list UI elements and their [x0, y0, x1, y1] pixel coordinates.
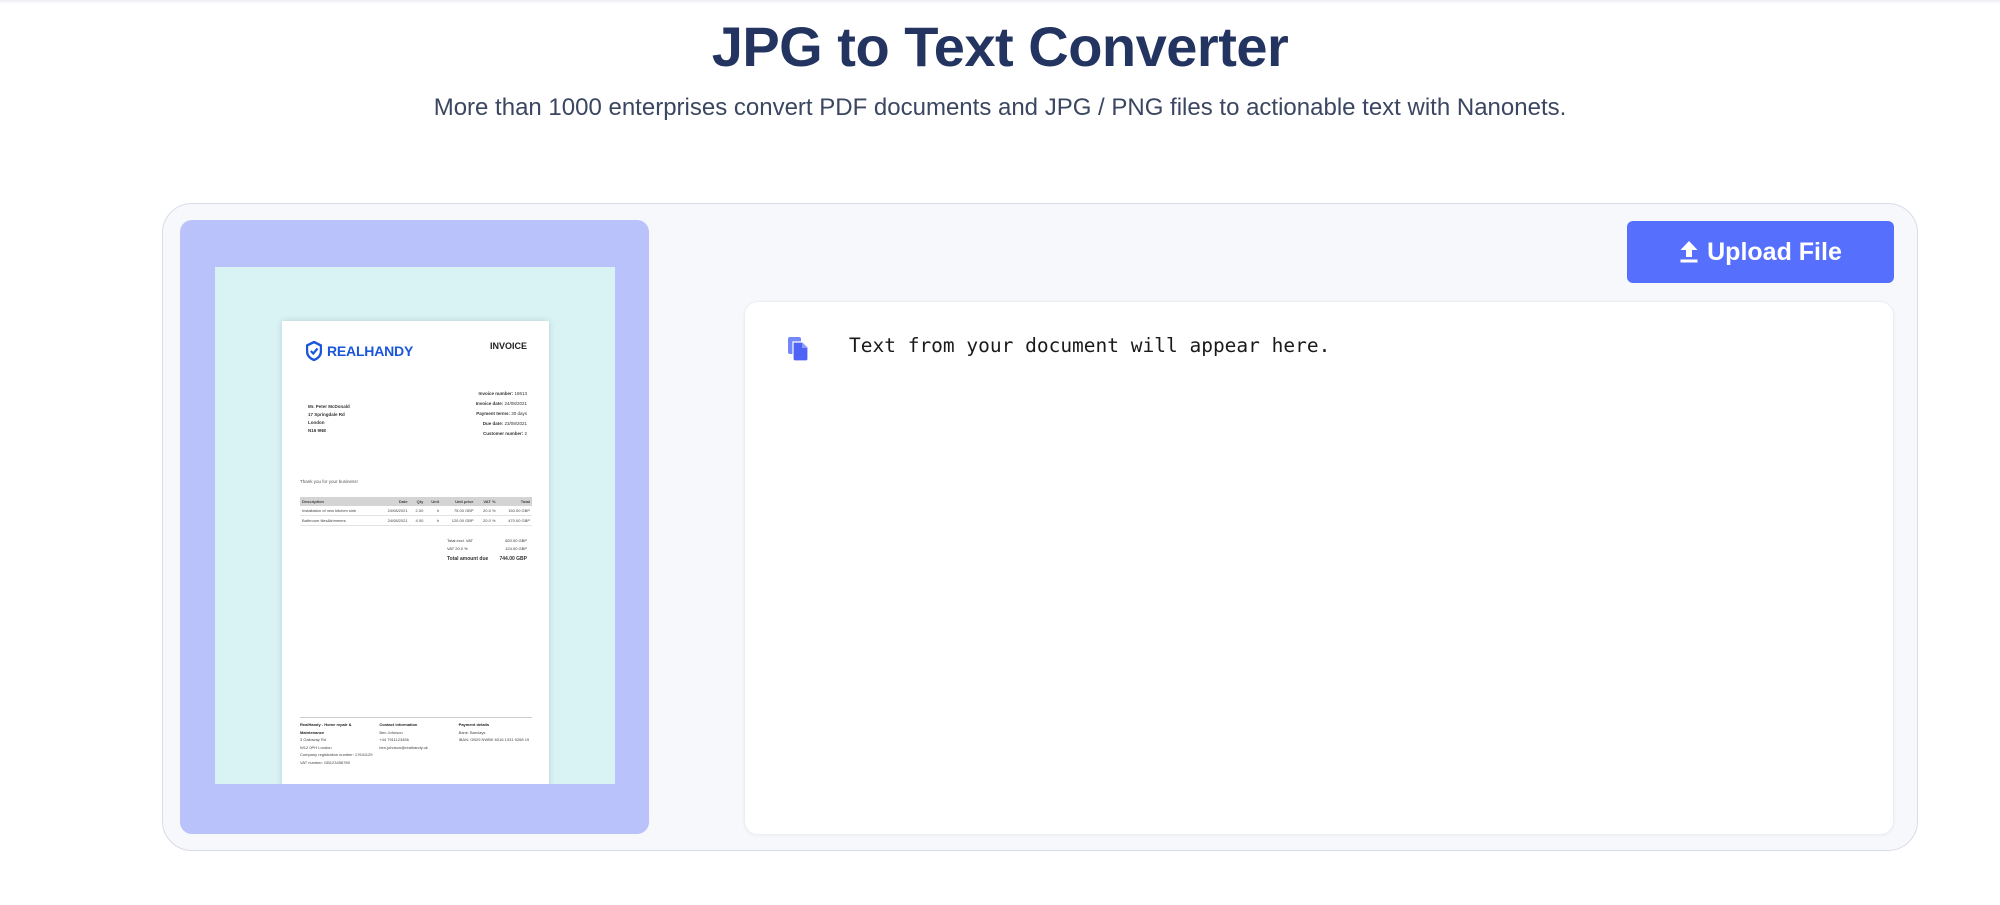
invoice-table-cell: 120.00 GBP [441, 515, 476, 526]
invoice-footer-column: Payment details Bank: Barclays IBAN: GB29 … [459, 721, 532, 766]
invoice-table-cell: Bathroom tiles&trimmers [300, 515, 378, 526]
invoice-brand: REALHANDY [327, 343, 414, 359]
page-subtitle: More than 1000 enterprises convert PDF d… [433, 94, 1567, 121]
invoice-thanks: Thank you for your business! [300, 479, 358, 484]
invoice-table-header: VAT % [475, 497, 498, 506]
invoice-table-row: Bathroom tiles&trimmers 24/08/2021 4.00 h 12… [300, 515, 532, 526]
invoice-table-cell: 24/08/2021 [377, 515, 410, 526]
realhandy-logo-icon [306, 341, 322, 361]
invoice-meta-row: Invoice number: 18613 [476, 389, 527, 399]
invoice-meta-label: Customer number: [482, 431, 525, 436]
invoice-meta-row: Customer number: 2 [476, 429, 527, 439]
invoice-table-header: Total [497, 497, 532, 506]
invoice-table-cell: h [425, 515, 442, 526]
invoice-footer-heading: Contact information [379, 722, 418, 727]
invoice-address-line: N16 9NE [308, 428, 327, 433]
invoice-meta-label: Payment terms: [476, 411, 512, 416]
invoice-logo: REALHANDY [306, 341, 413, 361]
invoice-meta-value: 18613 [514, 391, 527, 396]
invoice-table-cell: 20.0 % [475, 515, 498, 526]
sample-invoice-image: REALHANDY INVOICE Invoice number: 18613 I… [282, 321, 549, 784]
invoice-table-cell: 470.00 GBP [497, 515, 532, 526]
invoice-footer-line: ben.johnson@realhandy.uk [379, 744, 428, 750]
invoice-address-line: London [308, 420, 325, 425]
invoice-address-line: 17 Springdale Rd [308, 412, 345, 417]
invoice-table-header: Qty [409, 497, 426, 506]
invoice-footer-line: Bank: Barclays [458, 729, 486, 735]
invoice-footer-line: VAT number: GB123456789 [300, 759, 350, 765]
invoice-table-cell: 24/08/2021 [377, 506, 410, 516]
invoice-table-header: Description [300, 497, 378, 506]
invoice-total-label: VAT 20.0 % [447, 546, 468, 551]
invoice-total-due: Total amount due 744.00 GBP [447, 555, 527, 563]
invoice-address: Mr. Peter McDonald 17 Springdale Rd London… [308, 403, 350, 435]
invoice-footer-column: RealHandy - Home repair & Maintenance 3 G… [300, 721, 373, 766]
invoice-total-due-value: 744.00 GBP [499, 556, 527, 562]
invoice-total-label: Total excl. VAT [447, 538, 474, 543]
document-preview: REALHANDY INVOICE Invoice number: 18613 I… [215, 267, 615, 784]
page-title: JPG to Text Converter [711, 15, 1289, 78]
text-output-area[interactable]: Text from your document will appear here… [744, 301, 1894, 835]
invoice-table-row: Installation of new kitchen sink 24/08/20… [300, 506, 532, 516]
invoice-meta-label: Due date: [482, 421, 505, 426]
invoice-address-line: Mr. Peter McDonald [308, 404, 350, 409]
invoice-meta-row: Invoice date: 24/08/2021 [476, 399, 527, 409]
invoice-meta-row: Payment terms: 30 days [476, 409, 527, 419]
upload-file-label: Upload File [1707, 237, 1842, 266]
invoice-footer-line: Ben Johnson [379, 729, 403, 735]
upload-arrow-icon [1680, 241, 1698, 263]
invoice-meta-label: Invoice number: [478, 391, 515, 396]
invoice-table-cell: 20.0 % [475, 506, 498, 516]
top-divider [0, 0, 2000, 4]
invoice-total-due-label: Total amount due [447, 556, 489, 562]
output-placeholder: Text from your document will appear here… [849, 334, 1331, 357]
invoice-table-cell: h [425, 506, 442, 516]
invoice-footer-line: Company registration number: 17641129 [300, 752, 373, 757]
invoice-meta: Invoice number: 18613 Invoice date: 24/08… [476, 389, 527, 439]
converter-panel: REALHANDY INVOICE Invoice number: 18613 I… [162, 203, 1918, 851]
invoice-total-value: 124.00 GBP [505, 546, 527, 551]
invoice-total-value: 620.00 GBP [505, 538, 527, 543]
invoice-footer-line: +44 7911123456 [379, 737, 409, 742]
invoice-total-row: Total excl. VAT 620.00 GBP [447, 537, 527, 545]
upload-file-button[interactable]: Upload File [1627, 221, 1894, 283]
invoice-table-header: Date [377, 497, 410, 506]
invoice-title: INVOICE [489, 341, 527, 351]
invoice-footer-heading: Payment details [458, 722, 490, 727]
invoice-total-row: VAT 20.0 % 124.00 GBP [447, 545, 527, 553]
invoice-meta-value: 2 [524, 431, 527, 436]
invoice-footer-line: IBAN: GB29 NWBK 6016 1331 9268 19 [458, 737, 530, 742]
invoice-table: Description Date Qty Unit Unit price VAT % Tot… [300, 497, 532, 526]
invoice-table-cell: 4.00 [409, 515, 426, 526]
invoice-footer-line: 3 Galloway Rd [300, 737, 327, 742]
invoice-footer-heading: RealHandy - Home repair & Maintenance [300, 722, 352, 735]
invoice-table-cell: 150.00 GBP [497, 506, 532, 516]
copy-document-icon[interactable] [787, 336, 809, 362]
invoice-footer-line: W12 0PH London [300, 744, 332, 750]
invoice-meta-value: 24/08/2021 [504, 401, 527, 406]
document-preview-frame: REALHANDY INVOICE Invoice number: 18613 I… [180, 220, 649, 834]
invoice-meta-row: Due date: 23/09/2021 [476, 419, 527, 429]
invoice-footer: RealHandy - Home repair & Maintenance 3 G… [300, 717, 532, 766]
invoice-footer-column: Contact information Ben Johnson +44 791112… [379, 721, 452, 766]
invoice-table-cell: 2.00 [409, 506, 426, 516]
invoice-table-header: Unit price [441, 497, 476, 506]
invoice-table-cell: Installation of new kitchen sink [300, 506, 378, 516]
invoice-meta-label: Invoice date: [475, 401, 505, 406]
invoice-meta-value: 30 days [511, 411, 527, 416]
invoice-meta-value: 23/09/2021 [504, 421, 527, 426]
invoice-totals: Total excl. VAT 620.00 GBP VAT 20.0 % 124.0… [447, 537, 527, 563]
invoice-table-cell: 75.00 GBP [441, 506, 476, 516]
invoice-table-header: Unit [425, 497, 442, 506]
